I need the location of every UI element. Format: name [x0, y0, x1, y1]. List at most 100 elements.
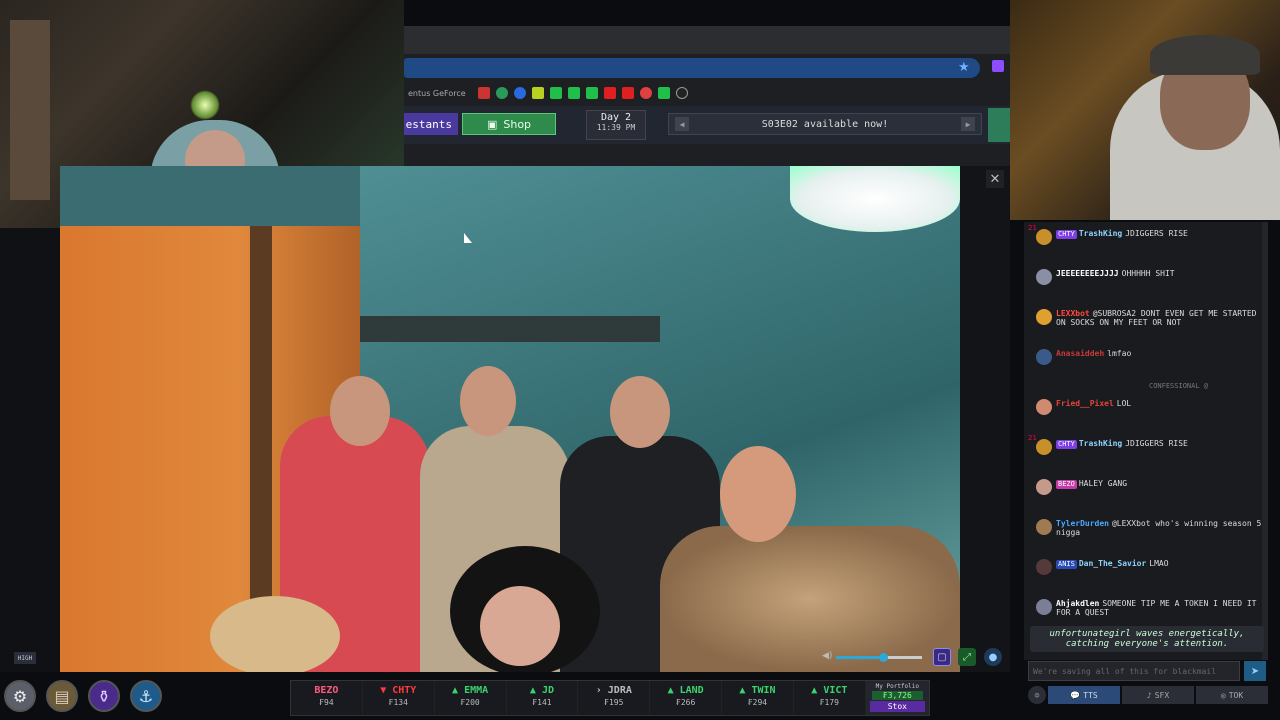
bookmark-label[interactable]: entus GeForce... [408, 89, 466, 98]
trend-icon: ▲ [667, 685, 674, 696]
bookmark-icon[interactable] [550, 87, 562, 99]
avatar[interactable] [1036, 309, 1052, 325]
chat-username[interactable]: JEEEEEEEEJJJJ [1056, 269, 1119, 278]
chat-username[interactable]: TrashKing [1079, 229, 1122, 238]
chat-username[interactable]: Anasaiddeh [1056, 349, 1104, 358]
ticker-item[interactable]: BEZO ₣94 [291, 681, 363, 715]
chat-message: Fried__Pixel LOL [1024, 392, 1268, 432]
fullscreen-icon[interactable]: ⤢ [958, 648, 976, 666]
portfolio-value: ₣3,726 [871, 691, 923, 700]
team-tag: CHTY [1056, 230, 1077, 239]
bookmark-icon[interactable] [604, 87, 616, 99]
chat-message: TylerDurden @LEXXbot who's winning season… [1024, 512, 1268, 552]
left-margin [0, 228, 60, 672]
ticker-value: ₣266 [676, 698, 696, 707]
announcement-text[interactable]: S03E02 available now! [762, 119, 888, 130]
ticker-name: BEZO [291, 685, 362, 696]
bookmark-icon[interactable] [586, 87, 598, 99]
team-tag: ANIS [1056, 560, 1077, 569]
ticker-item[interactable]: ▲ LAND ₣266 [650, 681, 723, 715]
chat-message: 21 CHTY TrashKing JDIGGERS RISE [1024, 432, 1268, 472]
avatar[interactable] [1036, 229, 1052, 245]
side-panel-tab[interactable] [988, 108, 1010, 142]
tab-tok[interactable]: ◎ TOK [1196, 686, 1268, 704]
chat-tabs: ☺ 💬 TTS ♪ SFX ◎ TOK [1028, 686, 1268, 704]
bookmark-icon[interactable] [496, 87, 508, 99]
avatar[interactable] [1036, 479, 1052, 495]
settings-icon[interactable]: ☺ [1028, 686, 1046, 704]
send-icon[interactable]: ➤ [1244, 661, 1266, 681]
tab-sfx[interactable]: ♪ SFX [1122, 686, 1194, 704]
bookmarks-bar: entus GeForce... [404, 84, 1010, 102]
bookmark-icon[interactable] [568, 87, 580, 99]
ticker-item[interactable]: ▲ TWIN ₣294 [722, 681, 794, 715]
chat-username[interactable]: Dan_The_Savior [1079, 559, 1146, 568]
backpack-icon[interactable]: ⚱ [88, 680, 120, 712]
live-video-feed[interactable] [60, 166, 960, 672]
bookmark-star-icon[interactable]: ★ [958, 60, 972, 75]
shop-button[interactable]: ▣ Shop [462, 113, 556, 135]
chat-input[interactable]: We're saving all of this for blackmail [1028, 661, 1240, 681]
github-icon[interactable] [676, 87, 688, 99]
chat-username[interactable]: TrashKing [1079, 439, 1122, 448]
bookmark-icon[interactable] [658, 87, 670, 99]
chat-message-body: TylerDurden @LEXXbot who's winning season… [1056, 519, 1264, 537]
trend-icon: ▲ [739, 685, 746, 696]
right-margin [960, 166, 1010, 672]
inventory-icon[interactable]: ▤ [46, 680, 78, 712]
ticker-item[interactable]: ▲ VICT ₣179 [794, 681, 866, 715]
bookmark-icon[interactable] [478, 87, 490, 99]
webcam-right [1010, 0, 1280, 220]
stox-button[interactable]: Stox [869, 701, 925, 712]
record-icon[interactable]: ● [984, 648, 1002, 666]
avatar[interactable] [1036, 559, 1052, 575]
volume-icon[interactable]: ◀) [822, 651, 834, 663]
address-bar[interactable] [404, 58, 980, 78]
settings-gear-icon[interactable]: ⚙ [4, 680, 36, 712]
tab-tts[interactable]: 💬 TTS [1048, 686, 1120, 704]
bookmark-icon[interactable] [640, 87, 652, 99]
ticker-symbol: LAND [679, 685, 704, 696]
quality-badge[interactable]: HIGH [14, 652, 36, 664]
ticker-symbol: JDRA [607, 685, 632, 696]
speaker-icon: ♪ [1146, 690, 1152, 700]
close-icon[interactable]: ✕ [986, 170, 1004, 188]
chat-username[interactable]: LEXXbot [1056, 309, 1090, 318]
avatar[interactable] [1036, 269, 1052, 285]
ticker-item[interactable]: ▲ JD ₣141 [507, 681, 579, 715]
bookmark-icon[interactable] [532, 87, 544, 99]
volume-slider-handle[interactable] [879, 653, 888, 662]
ticker-item[interactable]: ▲ EMMA ₣200 [435, 681, 507, 715]
team-tag: BEZO [1056, 480, 1077, 489]
chat-username[interactable]: Fried__Pixel [1056, 399, 1114, 408]
avatar[interactable] [1036, 349, 1052, 365]
browser-tab-bar[interactable] [404, 26, 1010, 54]
ticker-name: › JDRA [578, 685, 649, 696]
chat-message-body: CHTY TrashKing JDIGGERS RISE [1056, 229, 1188, 239]
ticker-value: ₣134 [388, 698, 408, 707]
ticker-name: ▲ JD [507, 685, 578, 696]
trend-icon: ▲ [811, 685, 818, 696]
extension-icon[interactable] [992, 60, 1004, 72]
ticker-symbol: TWIN [751, 685, 776, 696]
ticker-item[interactable]: ▼ CHTY ₣134 [363, 681, 435, 715]
avatar[interactable] [1036, 399, 1052, 415]
message-badge-count: 21 [1028, 224, 1037, 232]
contestants-button[interactable]: estants [404, 113, 458, 135]
chat-username[interactable]: TylerDurden [1056, 519, 1109, 528]
token-icon: ◎ [1220, 690, 1226, 700]
next-arrow-icon[interactable]: ▶ [961, 117, 975, 131]
shop-icon: ▣ [486, 117, 498, 131]
bookmark-icon[interactable] [622, 87, 634, 99]
bookmark-icon[interactable] [514, 87, 526, 99]
pip-icon[interactable]: ▢ [933, 648, 951, 666]
trend-icon: ▼ [380, 685, 387, 696]
prev-arrow-icon[interactable]: ◀ [675, 117, 689, 131]
avatar[interactable] [1036, 519, 1052, 535]
ticker-item[interactable]: › JDRA ₣195 [578, 681, 651, 715]
chat-username[interactable]: Ahjakdlen [1056, 599, 1099, 608]
avatar[interactable] [1036, 439, 1052, 455]
chat-scrollbar[interactable] [1262, 222, 1268, 660]
fishing-icon[interactable]: ⚓ [130, 680, 162, 712]
avatar[interactable] [1036, 599, 1052, 615]
